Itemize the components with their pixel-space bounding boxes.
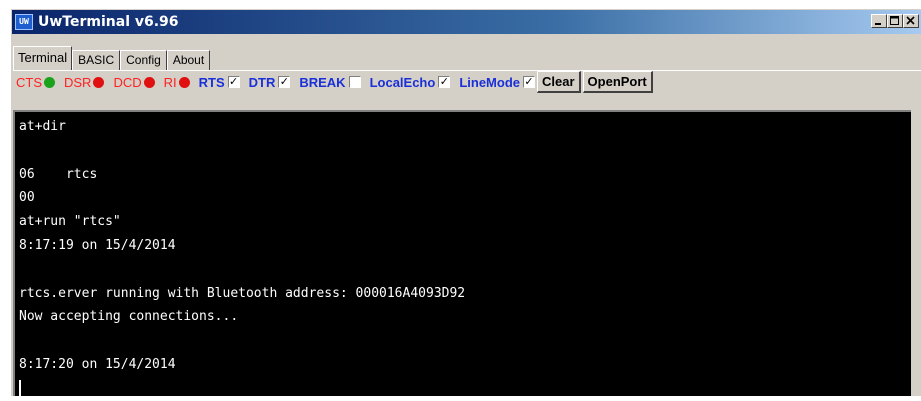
window-title: UwTerminal v6.96 — [38, 14, 179, 30]
localecho-label: LocalEcho — [369, 74, 436, 90]
localecho-checkbox[interactable]: ✓ — [438, 76, 451, 88]
dtr-label: DTR — [248, 74, 276, 90]
tab-basic[interactable]: BASIC — [72, 50, 121, 70]
title-bar[interactable]: UW UwTerminal v6.96 — [12, 10, 921, 34]
signal-dcd-label: DCD — [113, 74, 142, 90]
terminal-line: 8:17:19 on 15/4/2014 — [19, 237, 176, 253]
signal-dsr-label: DSR — [64, 74, 92, 90]
ri-indicator-icon — [178, 76, 190, 88]
app-icon: UW — [15, 14, 33, 30]
maximize-button[interactable] — [887, 14, 903, 28]
signal-cts: CTS — [16, 75, 55, 90]
signal-ri-label: RI — [163, 74, 177, 90]
signal-cts-label: CTS — [16, 74, 42, 90]
tab-bar: Terminal BASIC Config About — [13, 46, 211, 70]
terminal-line: 8:17:20 on 15/4/2014 — [19, 356, 176, 372]
signal-dcd: DCD — [113, 74, 155, 90]
tab-config[interactable]: Config — [120, 50, 167, 70]
terminal-line: at+run "rtcs" — [19, 214, 121, 230]
linemode-toggle[interactable]: LineMode ✓ — [459, 75, 535, 90]
terminal-line: at+dir — [19, 119, 66, 134]
tab-terminal[interactable]: Terminal — [13, 46, 73, 70]
break-label: BREAK — [299, 74, 346, 90]
signal-dsr: DSR — [64, 74, 105, 90]
terminal-input-line[interactable] — [19, 377, 911, 401]
rts-checkbox[interactable]: ✓ — [227, 76, 240, 88]
cts-indicator-icon — [44, 76, 55, 88]
break-checkbox[interactable] — [348, 76, 361, 88]
localecho-toggle[interactable]: LocalEcho ✓ — [370, 75, 451, 90]
rts-label: RTS — [198, 74, 225, 90]
terminal-line: 06 rtcs — [19, 166, 98, 182]
dtr-checkbox[interactable]: ✓ — [278, 76, 291, 88]
linemode-checkbox[interactable]: ✓ — [523, 76, 535, 88]
terminal-line: Now accepting connections... — [19, 309, 239, 325]
tab-about[interactable]: About — [166, 50, 211, 70]
close-icon — [906, 16, 915, 25]
text-cursor — [19, 379, 21, 397]
dtr-toggle[interactable]: DTR ✓ — [249, 75, 291, 90]
terminal-line: 00 — [19, 190, 35, 206]
minimize-icon — [875, 23, 881, 25]
rts-toggle[interactable]: RTS ✓ — [199, 75, 240, 90]
minimize-button[interactable] — [871, 14, 887, 28]
dsr-indicator-icon — [93, 76, 105, 88]
linemode-label: LineMode — [459, 74, 520, 90]
open-port-button[interactable]: OpenPort — [582, 71, 653, 93]
terminal-toolbar: CTS DSR DCD RI RTS ✓ DTR ✓ BREAK LocalEc… — [16, 70, 653, 94]
signal-ri: RI — [164, 75, 190, 90]
break-toggle[interactable]: BREAK — [299, 74, 361, 90]
close-button[interactable] — [903, 14, 919, 28]
maximize-icon — [890, 16, 899, 25]
dcd-indicator-icon — [143, 76, 155, 88]
terminal-line: rtcs.erver running with Bluetooth addres… — [19, 285, 466, 301]
clear-button[interactable]: Clear — [537, 71, 581, 93]
terminal-output[interactable]: at+dir 06 rtcs 00 at+run "rtcs" 8:17:19 … — [13, 110, 911, 397]
